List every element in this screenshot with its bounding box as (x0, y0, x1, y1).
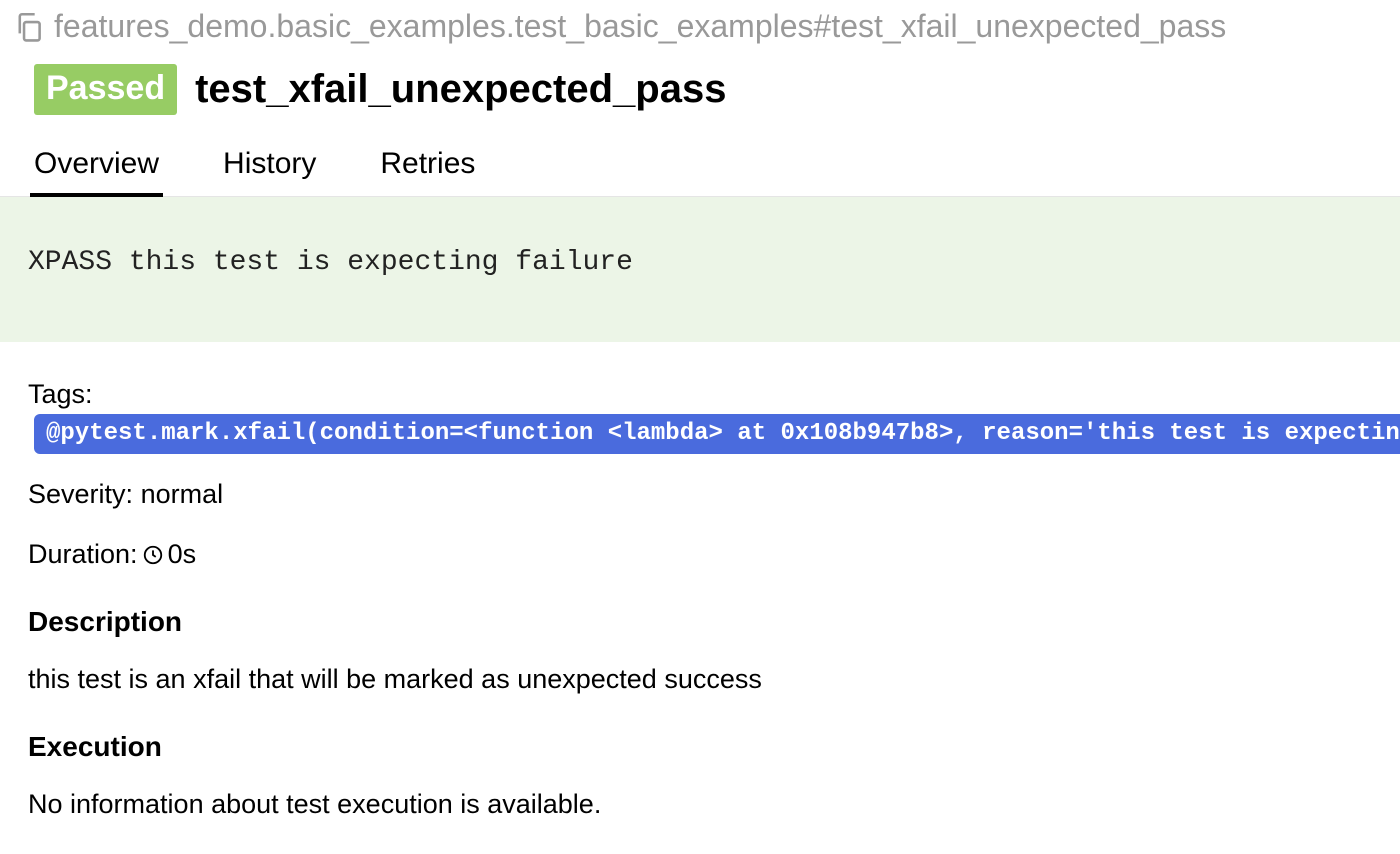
page-title: test_xfail_unexpected_pass (195, 67, 726, 112)
execution-body: No information about test execution is a… (28, 786, 1372, 824)
severity-row: Severity: normal (28, 476, 1372, 514)
severity-label: Severity: (28, 476, 133, 514)
tags-label: Tags: (28, 376, 93, 414)
clock-icon (142, 544, 164, 566)
tab-retries[interactable]: Retries (376, 149, 479, 196)
description-body: this test is an xfail that will be marke… (28, 661, 1372, 699)
title-row: Passed test_xfail_unexpected_pass (0, 46, 1400, 125)
result-message-text: XPASS this test is expecting failure (28, 247, 633, 278)
tab-history[interactable]: History (219, 149, 320, 196)
duration-label: Duration: (28, 536, 138, 574)
result-message-panel: XPASS this test is expecting failure (0, 197, 1400, 342)
tabs: Overview History Retries (0, 125, 1400, 197)
severity-value: normal (141, 476, 224, 514)
meta-section: Tags: @pytest.mark.xfail(condition=<func… (0, 342, 1400, 854)
tag-pill[interactable]: @pytest.mark.xfail(condition=<function <… (34, 414, 1400, 455)
breadcrumb-text: features_demo.basic_examples.test_basic_… (54, 6, 1226, 46)
tags-row: Tags: @pytest.mark.xfail(condition=<func… (28, 376, 1372, 454)
description-heading: Description (28, 602, 1372, 641)
copy-icon[interactable] (12, 10, 46, 44)
tab-overview[interactable]: Overview (30, 149, 163, 197)
duration-row: Duration: 0s (28, 536, 1372, 574)
status-badge: Passed (34, 64, 177, 115)
execution-heading: Execution (28, 727, 1372, 766)
breadcrumb: features_demo.basic_examples.test_basic_… (0, 0, 1400, 46)
duration-value: 0s (168, 536, 197, 574)
